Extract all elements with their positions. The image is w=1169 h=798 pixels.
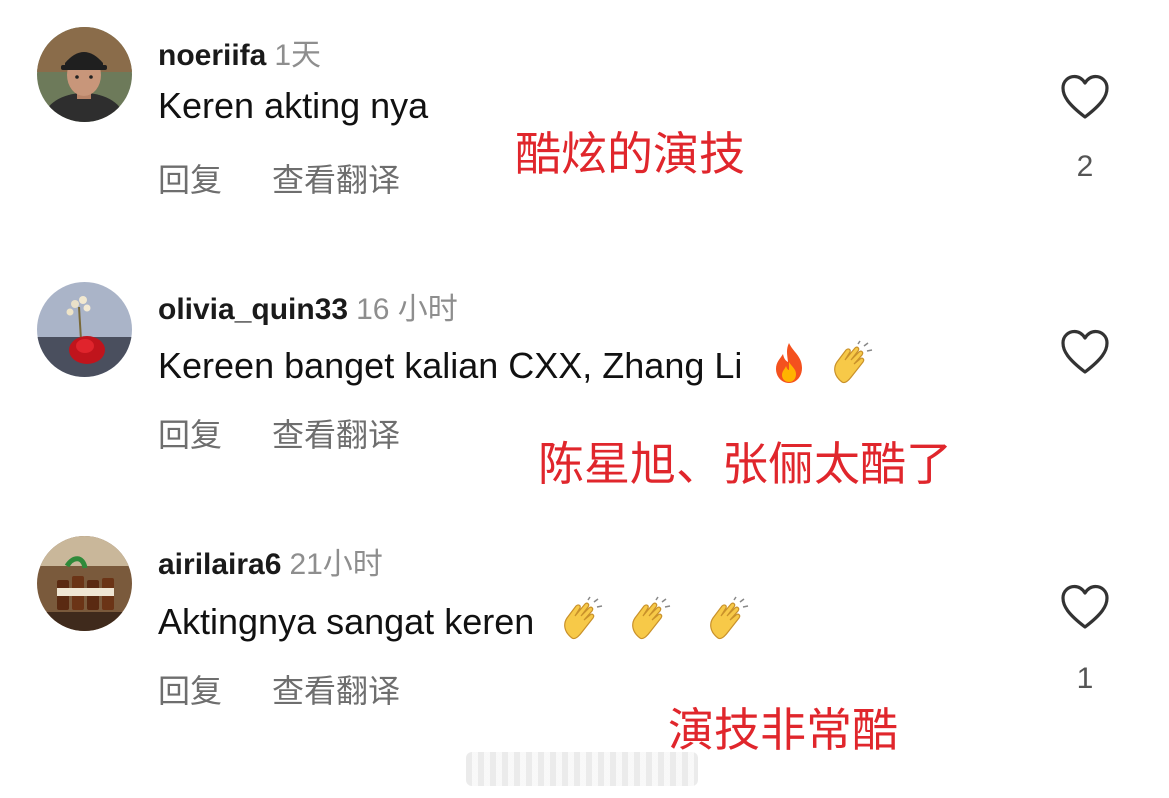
- comment-item: noeriifa 1天 Keren akting nya 回复 查看翻译 2 酷炫的…: [0, 0, 1169, 256]
- timestamp: 21小时: [289, 548, 383, 581]
- comment-text: Keren akting nya: [158, 85, 428, 127]
- reply-button[interactable]: 回复: [158, 410, 222, 456]
- comment-header: airilaira6 21小时: [158, 539, 383, 583]
- username[interactable]: olivia_quin33: [158, 293, 348, 326]
- annotation-text: 演技非常酷: [668, 703, 898, 757]
- username[interactable]: airilaira6: [158, 548, 281, 581]
- avatar[interactable]: [37, 282, 132, 377]
- comment-item: airilaira6 21小时 Aktingnya sangat keren 回复…: [0, 512, 1169, 768]
- username[interactable]: noeriifa: [158, 39, 266, 72]
- like-heart-icon[interactable]: [1060, 584, 1110, 630]
- comment-header: olivia_quin33 16 小时: [158, 284, 458, 328]
- comment-actions: 回复 查看翻译: [158, 155, 400, 201]
- comment-header: noeriifa 1天: [158, 30, 321, 74]
- watermark: [466, 752, 698, 786]
- like-count: 2: [1076, 150, 1094, 183]
- avatar[interactable]: [37, 536, 132, 631]
- reply-button[interactable]: 回复: [158, 155, 222, 201]
- comment-actions: 回复 查看翻译: [158, 666, 400, 712]
- translate-button[interactable]: 查看翻译: [272, 410, 400, 456]
- like-heart-icon[interactable]: [1060, 329, 1110, 375]
- translate-button[interactable]: 查看翻译: [272, 666, 400, 712]
- annotation-text: 陈星旭、张俪太酷了: [538, 437, 952, 491]
- comment-text: Kereen banget kalian CXX, Zhang Li: [158, 340, 874, 387]
- comment-item: olivia_quin33 16 小时 Kereen banget kalian …: [0, 256, 1169, 512]
- translate-button[interactable]: 查看翻译: [272, 155, 400, 201]
- timestamp: 16 小时: [356, 293, 458, 326]
- comment-text: Aktingnya sangat keren: [158, 596, 750, 643]
- comment-actions: 回复 查看翻译: [158, 410, 400, 456]
- avatar[interactable]: [37, 27, 132, 122]
- comment-body: Keren akting nya: [158, 85, 429, 126]
- clapping-hands-icon: [632, 596, 671, 640]
- like-heart-icon[interactable]: [1060, 74, 1110, 120]
- annotation-text: 酷炫的演技: [515, 127, 745, 181]
- clapping-hands-icon: [710, 596, 749, 640]
- comment-body: Kereen banget kalian CXX, Zhang Li: [158, 345, 743, 386]
- timestamp: 1天: [274, 39, 322, 72]
- comment-body: Aktingnya sangat keren: [158, 601, 535, 642]
- clapping-hands-icon: [564, 596, 603, 640]
- fire-emoji-icon: [776, 343, 803, 383]
- clapping-hands-icon: [834, 340, 873, 384]
- like-count: 1: [1076, 662, 1094, 695]
- reply-button[interactable]: 回复: [158, 666, 222, 712]
